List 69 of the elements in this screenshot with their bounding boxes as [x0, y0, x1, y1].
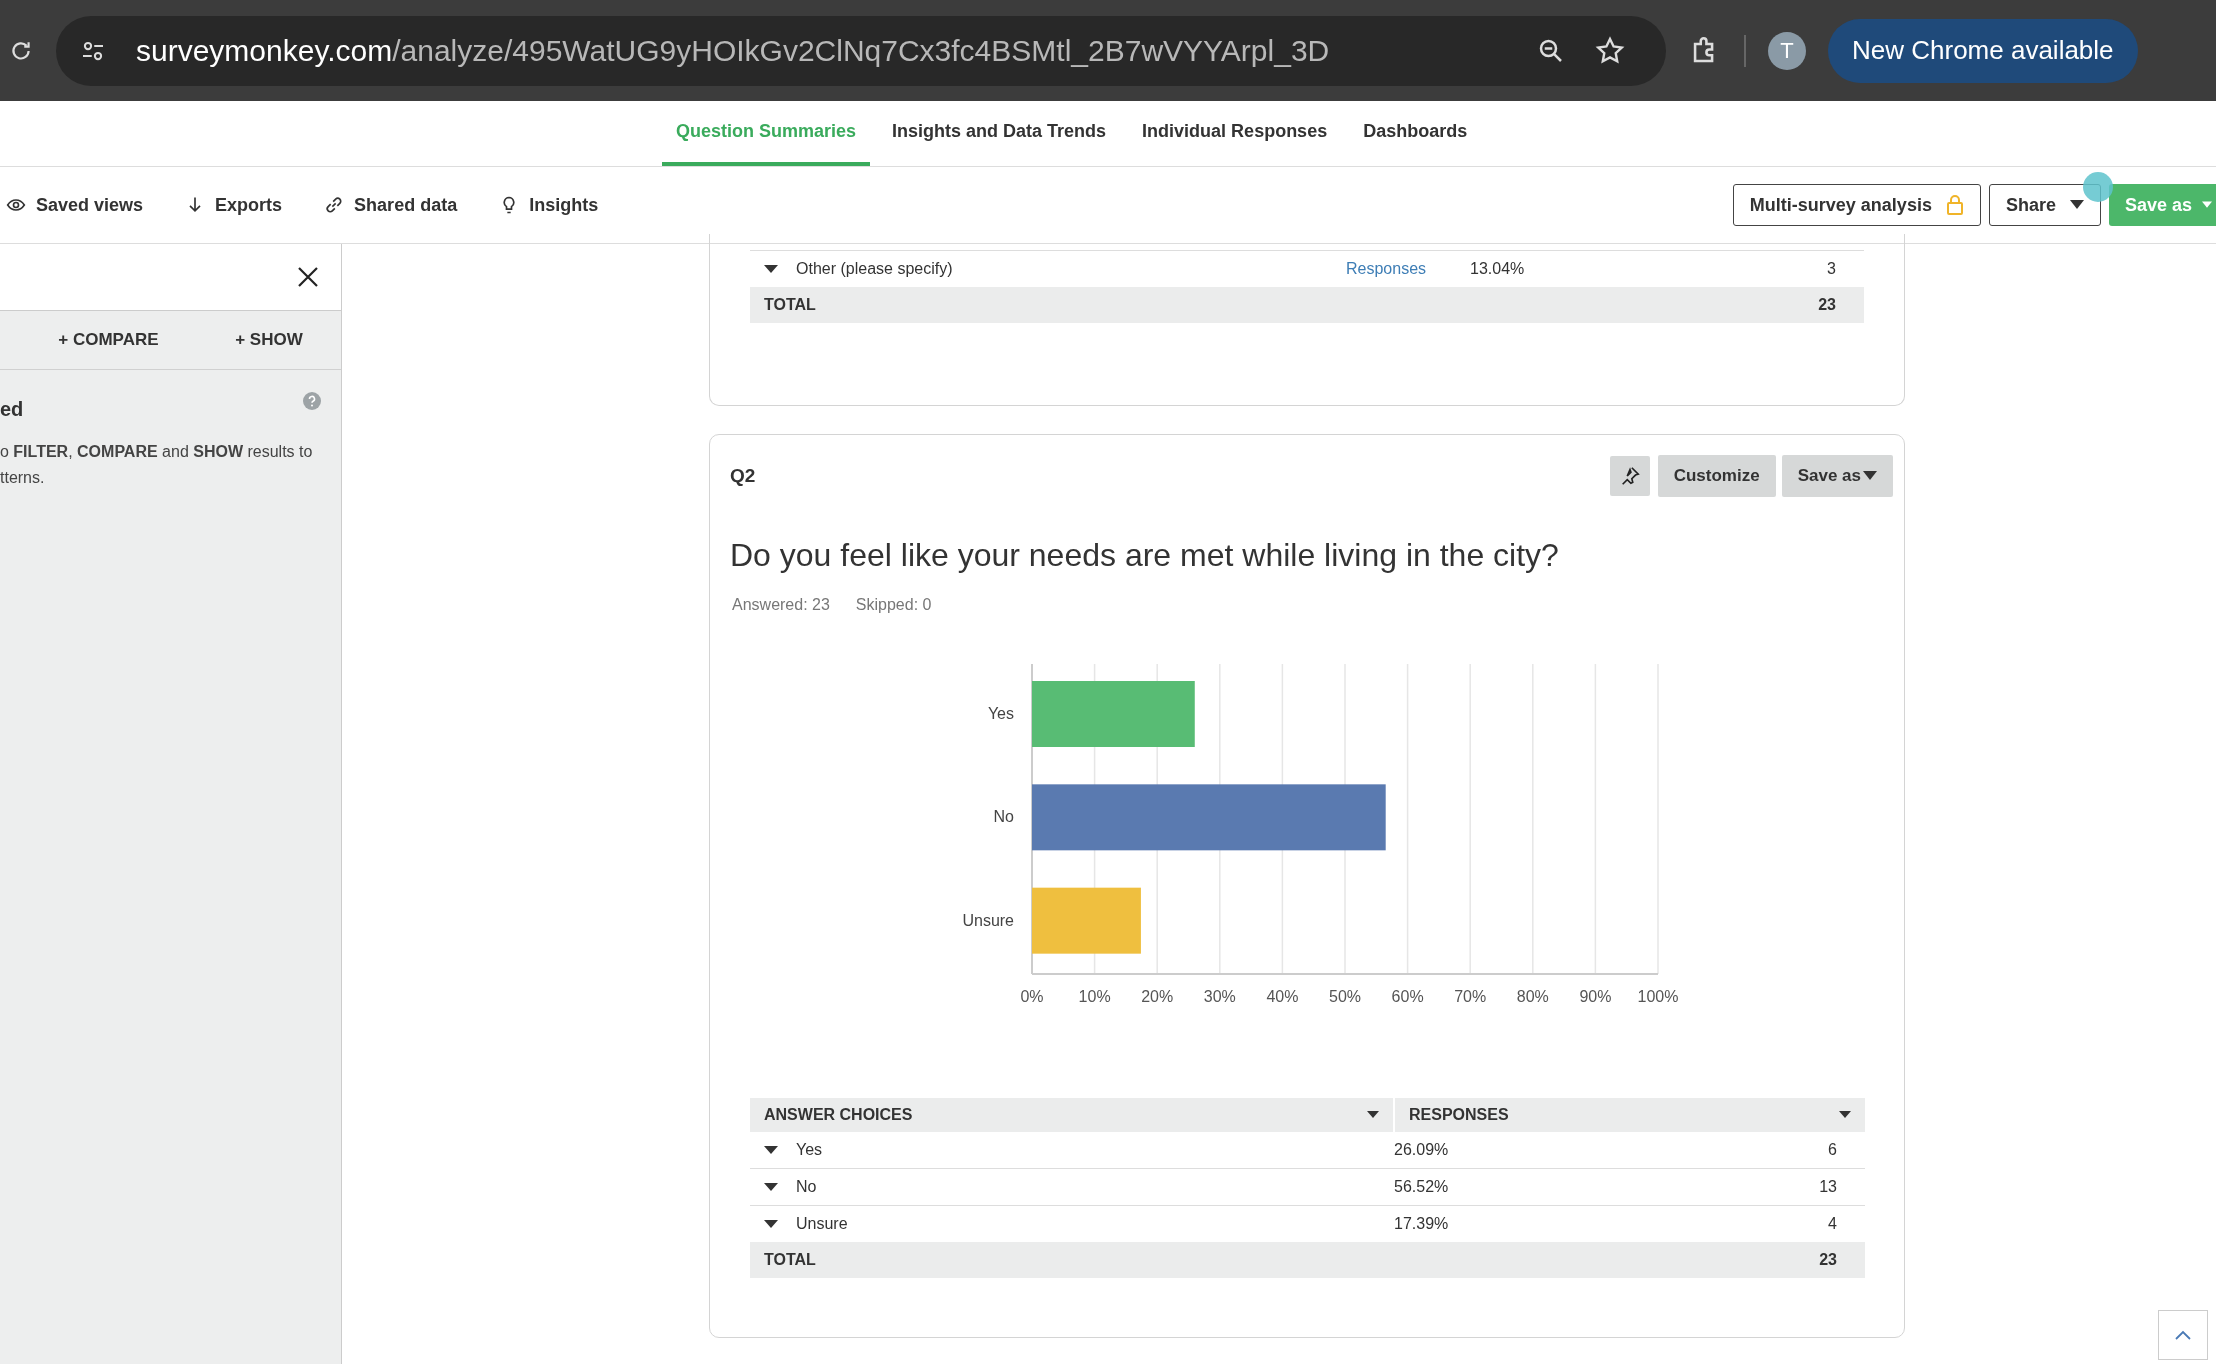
axis-tick-label: 10% [1078, 988, 1111, 1005]
answer-choice: Unsure [796, 1215, 848, 1233]
total-count: 23 [1819, 1251, 1837, 1269]
expand-caret-icon[interactable] [764, 1182, 778, 1192]
responses-link[interactable]: Responses [1346, 260, 1470, 278]
percent-cell-text: 26.09% [1394, 1141, 1450, 1159]
multi-survey-button[interactable]: Multi-survey analysis [1732, 184, 1981, 226]
count-cell: 3 [1827, 260, 1836, 278]
nav-tab[interactable]: Dashboards [1349, 101, 1482, 166]
update-button[interactable]: New Chrome available [1828, 18, 2138, 83]
category-label: Unsure [962, 911, 1014, 929]
axis-tick-label: 80% [1516, 988, 1549, 1005]
axis-tick-label: 50% [1329, 988, 1361, 1005]
axis-tick-label: 60% [1391, 988, 1424, 1005]
address-bar[interactable]: surveymonkey.com/analyze/495WatUG9yHOIkGv2ClNq7Cx3fc4BSMtl_2B7wVYYArpl_3D [56, 15, 1666, 86]
expand-caret-icon[interactable] [764, 1145, 778, 1155]
caret-icon [2069, 200, 2084, 210]
answer-choice: No [796, 1178, 817, 1196]
answered-count: Answered: 23 [732, 596, 830, 614]
sidebar-text: tterns. [0, 468, 46, 488]
toolbar-link[interactable]: Insights [493, 193, 605, 217]
column-header[interactable]: RESPONSES [1395, 1098, 1865, 1132]
nav-tab[interactable]: Individual Responses [1128, 101, 1342, 166]
percent-cell-text: 17.39% [1394, 1215, 1450, 1233]
category-label: No [993, 808, 1014, 826]
save-as-button[interactable]: Save as [1781, 455, 1893, 497]
question-title: Do you feel like your needs are met while living in the city? [730, 537, 1560, 574]
pin-button[interactable] [1609, 456, 1650, 496]
axis-tick-label: 0% [1020, 988, 1044, 1005]
total-label: TOTAL [764, 296, 816, 314]
cursor-highlight [2083, 172, 2113, 202]
total-count: 23 [1818, 296, 1836, 314]
answer-choice: Yes [796, 1141, 823, 1159]
compare-button[interactable]: + COMPARE [52, 329, 165, 351]
toolbar-link[interactable]: Shared data [318, 193, 464, 217]
percent-cell-text: 13.04% [1470, 260, 1526, 278]
chevron-up-icon [2175, 1330, 2191, 1340]
axis-tick-label: 20% [1141, 988, 1174, 1005]
expand-caret-icon[interactable] [764, 264, 778, 274]
count-cell: 4 [1828, 1215, 1837, 1233]
sort-caret-icon [1839, 1111, 1851, 1119]
percent-cell-text: 56.52% [1394, 1178, 1450, 1196]
total-label: TOTAL [764, 1251, 816, 1269]
caret-icon [1863, 471, 1877, 481]
axis-tick-label: 100% [1637, 988, 1679, 1005]
axis-tick-label: 70% [1454, 988, 1487, 1005]
sort-caret-icon [1367, 1111, 1379, 1119]
expand-caret-icon[interactable] [764, 1219, 778, 1229]
count-cell: 6 [1828, 1141, 1837, 1159]
toolbar-link[interactable]: Exports [179, 193, 289, 217]
url-text[interactable]: surveymonkey.com/analyze/495WatUG9yHOIkGv2ClNq7Cx3fc4BSMtl_2B7wVYYArpl_3D [136, 33, 1330, 68]
show-button[interactable]: + SHOW [229, 329, 309, 351]
sidebar-heading: ed [0, 398, 24, 421]
answer-choice: Other (please specify) [796, 260, 953, 278]
skipped-count: Skipped: 0 [855, 596, 932, 614]
toolbar-link[interactable]: Saved views [0, 193, 150, 217]
axis-tick-label: 90% [1579, 988, 1612, 1005]
caret-icon [2202, 200, 2212, 210]
nav-tab[interactable]: Insights and Data Trends [878, 101, 1121, 166]
category-label: Yes [987, 705, 1014, 722]
question-number: Q2 [730, 465, 756, 487]
count-cell: 13 [1819, 1178, 1837, 1196]
customize-button[interactable]: Customize [1657, 455, 1776, 497]
sidebar-text: o FILTER, COMPARE and SHOW results to [0, 442, 314, 462]
axis-tick-label: 40% [1266, 988, 1299, 1005]
lock-icon [1945, 195, 1964, 215]
axis-tick-label: 30% [1203, 988, 1236, 1005]
column-header[interactable]: ANSWER CHOICES [750, 1098, 1393, 1132]
close-icon[interactable] [297, 266, 319, 288]
